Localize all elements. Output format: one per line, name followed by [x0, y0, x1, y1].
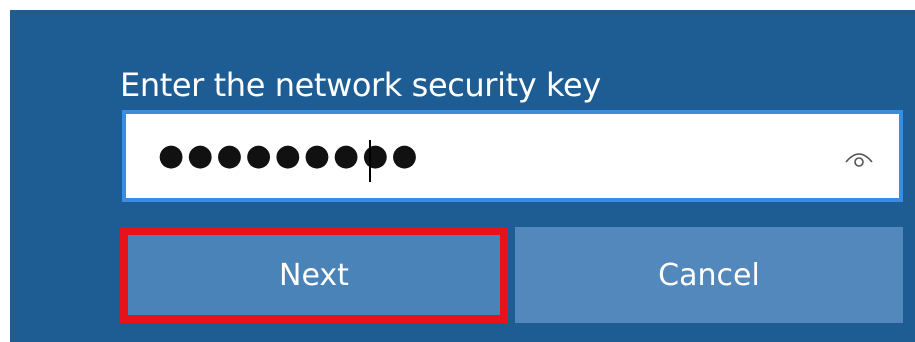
cancel-button[interactable]: Cancel [515, 227, 903, 323]
text-caret [369, 140, 371, 182]
wifi-connect-panel: Enter the network security key ●●●●●●●●●… [10, 10, 915, 342]
reveal-password-button[interactable] [841, 140, 877, 176]
security-key-input[interactable]: ●●●●●●●●● [122, 110, 903, 202]
next-button[interactable]: Next [120, 227, 508, 323]
security-key-prompt: Enter the network security key [120, 66, 601, 104]
eye-icon [845, 153, 873, 167]
security-key-masked-value: ●●●●●●●●● [158, 138, 421, 173]
